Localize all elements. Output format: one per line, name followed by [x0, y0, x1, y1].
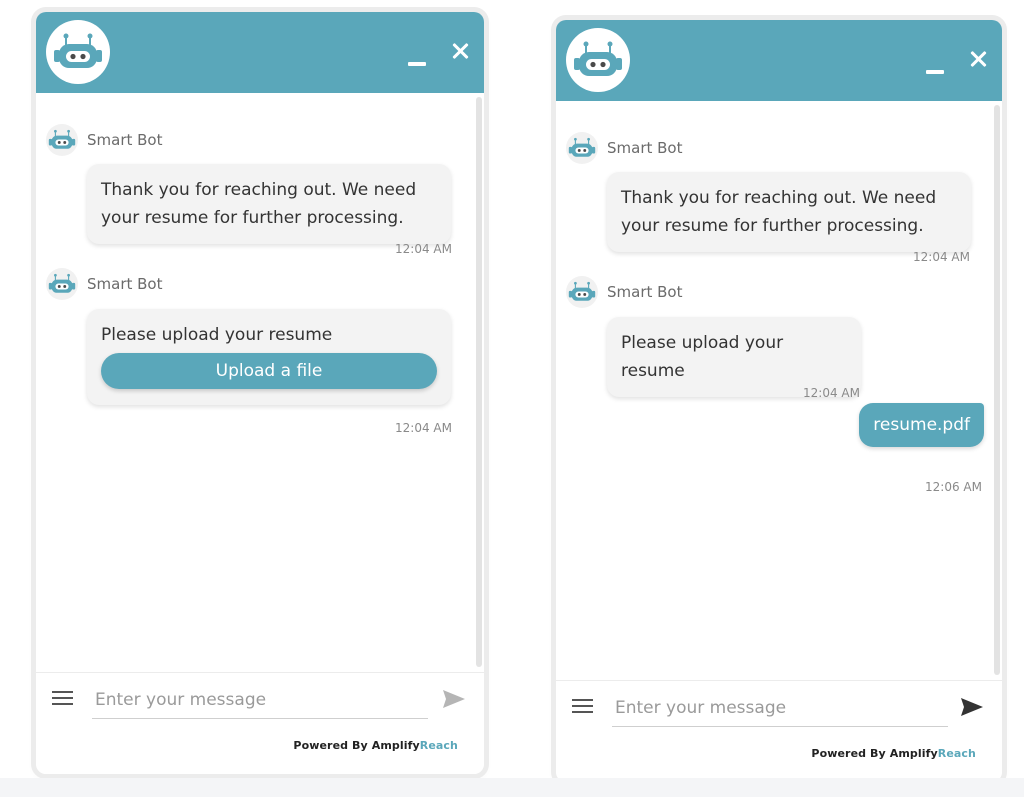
bot-name: Smart Bot — [87, 275, 163, 293]
screenshot-stage: Smart Bot Thank you for reaching out. We… — [0, 0, 1024, 797]
bot-sender-row: Smart Bot — [566, 132, 683, 164]
attachment-filename: resume.pdf — [873, 415, 970, 435]
bot-message-bubble: Please upload your resume — [607, 317, 861, 397]
chat-composer: Powered By AmplifyReach — [556, 680, 1002, 782]
hamburger-menu-icon[interactable] — [572, 698, 593, 714]
robot-icon — [574, 41, 622, 76]
scrollbar[interactable] — [476, 97, 482, 667]
upload-file-button[interactable]: Upload a file — [101, 353, 437, 389]
bot-avatar-small — [46, 268, 78, 300]
powered-by-footer: Powered By AmplifyReach — [811, 747, 976, 760]
bot-name: Smart Bot — [607, 283, 683, 301]
chat-header — [36, 12, 484, 93]
close-button[interactable] — [450, 40, 472, 62]
hamburger-menu-icon[interactable] — [52, 690, 73, 706]
send-icon[interactable] — [960, 697, 984, 717]
bot-name: Smart Bot — [607, 139, 683, 157]
bot-avatar-small — [46, 124, 78, 156]
message-timestamp: 12:06 AM — [925, 480, 982, 494]
send-icon[interactable] — [442, 689, 466, 709]
user-message-bubble[interactable]: resume.pdf — [859, 403, 984, 447]
brand-name-part1: Amplify — [371, 739, 420, 752]
powered-by-footer: Powered By AmplifyReach — [293, 739, 458, 752]
bot-sender-row: Smart Bot — [46, 268, 163, 300]
robot-icon — [568, 137, 596, 157]
message-timestamp: 12:04 AM — [395, 242, 452, 256]
chat-widget-before-upload: Smart Bot Thank you for reaching out. We… — [36, 12, 484, 774]
bot-avatar-large — [46, 20, 110, 84]
robot-icon — [48, 273, 76, 293]
bot-message-bubble: Please upload your resume Upload a file — [87, 309, 451, 405]
chat-message-area[interactable]: Smart Bot Thank you for reaching out. We… — [36, 93, 484, 672]
message-input[interactable] — [92, 681, 428, 719]
message-timestamp: 12:04 AM — [803, 386, 860, 400]
brand-name-part2: Reach — [419, 739, 458, 752]
bot-sender-row: Smart Bot — [46, 124, 163, 156]
brand-name-part2: Reach — [937, 747, 976, 760]
background-strip — [0, 778, 1024, 797]
message-timestamp: 12:04 AM — [913, 250, 970, 264]
robot-icon — [568, 281, 596, 301]
bot-sender-row: Smart Bot — [566, 276, 683, 308]
chat-widget-after-upload: Smart Bot Thank you for reaching out. We… — [556, 20, 1002, 782]
close-button[interactable] — [968, 48, 990, 70]
brand-name-part1: Amplify — [889, 747, 938, 760]
bot-message-bubble: Thank you for reaching out. We need your… — [87, 164, 451, 244]
chat-composer: Powered By AmplifyReach — [36, 672, 484, 774]
bot-avatar-large — [566, 28, 630, 92]
message-text: Please upload your resume — [101, 325, 333, 345]
powered-by-label: Powered By — [293, 739, 368, 752]
scrollbar[interactable] — [994, 105, 1000, 675]
robot-icon — [48, 129, 76, 149]
bot-avatar-small — [566, 132, 598, 164]
message-text: Please upload your resume — [621, 333, 784, 381]
minimize-button[interactable] — [926, 58, 946, 74]
powered-by-label: Powered By — [811, 747, 886, 760]
message-text: Thank you for reaching out. We need your… — [621, 188, 937, 236]
minimize-icon — [926, 70, 944, 74]
chat-message-area[interactable]: Smart Bot Thank you for reaching out. We… — [556, 101, 1002, 680]
message-text: Thank you for reaching out. We need your… — [101, 180, 417, 228]
message-input[interactable] — [612, 689, 948, 727]
message-timestamp: 12:04 AM — [395, 421, 452, 435]
robot-icon — [54, 33, 102, 68]
bot-message-bubble: Thank you for reaching out. We need your… — [607, 172, 971, 252]
bot-avatar-small — [566, 276, 598, 308]
minimize-button[interactable] — [408, 50, 428, 66]
minimize-icon — [408, 62, 426, 66]
bot-name: Smart Bot — [87, 131, 163, 149]
chat-header — [556, 20, 1002, 101]
